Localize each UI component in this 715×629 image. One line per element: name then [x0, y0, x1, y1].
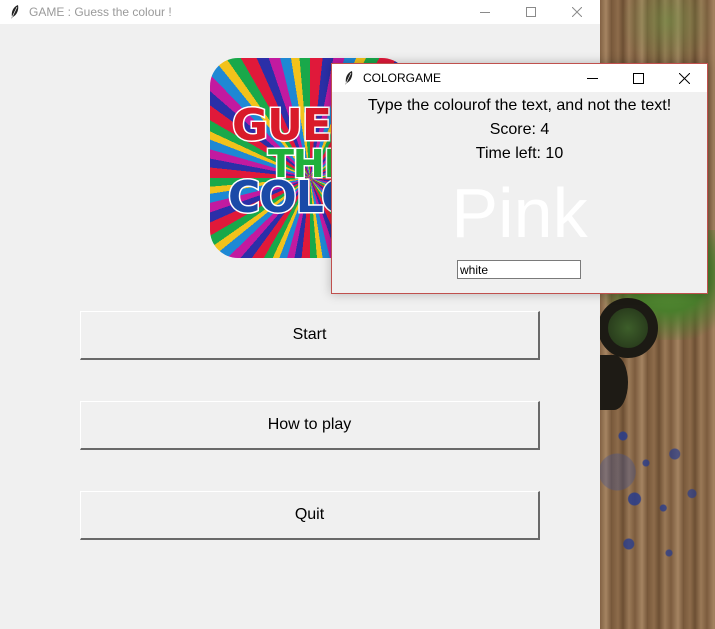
- maximize-icon[interactable]: [615, 64, 661, 92]
- main-window-title: GAME : Guess the colour !: [29, 5, 172, 19]
- start-button[interactable]: Start: [80, 311, 540, 360]
- colorgame-window: COLORGAME Type the colourof the text, an…: [331, 63, 708, 294]
- quit-button[interactable]: Quit: [80, 491, 540, 540]
- instruction-label: Type the colourof the text, and not the …: [367, 97, 672, 114]
- close-icon[interactable]: [661, 64, 707, 92]
- desktop-paint-splatter: [600, 400, 715, 580]
- close-icon[interactable]: [554, 0, 600, 24]
- feather-icon: [8, 4, 22, 20]
- time-left-label: Time left: 10: [475, 145, 564, 162]
- main-titlebar[interactable]: GAME : Guess the colour !: [0, 0, 600, 24]
- score-label: Score: 4: [489, 121, 550, 138]
- colorgame-window-controls: [569, 64, 707, 92]
- colorgame-title: COLORGAME: [363, 71, 442, 85]
- colorgame-titlebar[interactable]: COLORGAME: [332, 64, 707, 92]
- color-word-label: Pink: [451, 174, 588, 252]
- main-window-controls: [462, 0, 600, 24]
- colour-answer-input[interactable]: [457, 260, 581, 279]
- how-to-play-button[interactable]: How to play: [80, 401, 540, 450]
- maximize-icon[interactable]: [508, 0, 554, 24]
- desktop-ring: [598, 298, 658, 358]
- minimize-icon[interactable]: [462, 0, 508, 24]
- feather-icon: [342, 70, 356, 86]
- desktop-moss-top: [620, 0, 715, 70]
- minimize-icon[interactable]: [569, 64, 615, 92]
